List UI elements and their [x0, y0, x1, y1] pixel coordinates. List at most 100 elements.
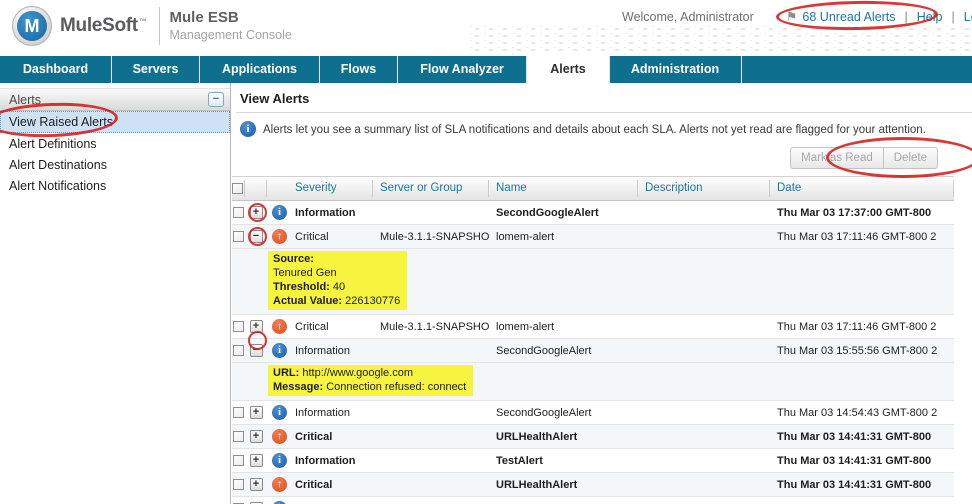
page-title: View Alerts: [240, 91, 310, 106]
row-checkbox[interactable]: [233, 479, 244, 490]
table-row[interactable]: + iInformation SecondGoogleAlert Thu Mar…: [232, 401, 954, 425]
select-all-checkbox[interactable]: [232, 183, 243, 194]
row-checkbox[interactable]: [233, 207, 244, 218]
critical-icon: ↑: [272, 477, 287, 492]
severity-label: Critical: [295, 430, 333, 443]
collapse-toggle[interactable]: −: [249, 230, 263, 243]
table-row[interactable]: + iInformation SecondGoogleAlert Thu Mar…: [232, 497, 954, 504]
row-checkbox[interactable]: [233, 321, 244, 332]
name-cell: SecondGoogleAlert: [496, 206, 599, 219]
row-checkbox[interactable]: [233, 231, 244, 242]
expand-toggle[interactable]: +: [249, 430, 263, 443]
table-row[interactable]: + ↑ Critical Mule-3.1.1-SNAPSHOT( lomem-a…: [232, 315, 954, 339]
detail-label: Source:: [273, 253, 314, 265]
name-cell: URLHealthAlert: [496, 430, 578, 443]
sidebar-item-alert-destinations[interactable]: Alert Destinations: [0, 154, 230, 175]
detail-value: Connection refused: connect: [326, 381, 467, 393]
tab-dashboard[interactable]: Dashboard: [0, 56, 112, 83]
sidebar-item-alert-definitions[interactable]: Alert Definitions: [0, 133, 230, 154]
name-cell: lomem-alert: [496, 320, 555, 333]
expand-toggle[interactable]: +: [249, 320, 263, 333]
title-divider: [236, 112, 972, 113]
table-row[interactable]: + ↑ Critical URLHealthAlert Thu Mar 03 14…: [232, 473, 954, 497]
header-cell-name[interactable]: Name: [489, 180, 638, 197]
expand-toggle[interactable]: +: [249, 406, 263, 419]
delete-button[interactable]: Delete: [882, 147, 938, 169]
detail-label: Threshold:: [273, 281, 330, 293]
name-cell: TestAlert: [496, 454, 543, 467]
date-cell: Thu Mar 03 17:11:46 GMT-800 2: [777, 320, 937, 333]
table-row[interactable]: + i Information TestAlert Thu Mar 03 14:4…: [232, 449, 954, 473]
table-row[interactable]: − i Information SecondGoogleAlert Thu Mar…: [232, 339, 954, 363]
severity-label: Information: [295, 206, 356, 219]
brand: M MuleSoft™ Mule ESB Management Console: [12, 6, 292, 46]
severity-label: Information: [295, 406, 351, 419]
header-cell-select: [232, 180, 245, 197]
collapse-panel-button[interactable]: −: [208, 92, 224, 107]
dot-pattern-decoration: [470, 26, 972, 56]
header-cell-description[interactable]: Description: [638, 180, 770, 197]
critical-icon: ↑: [272, 229, 287, 244]
information-icon: i: [272, 343, 287, 358]
row-detail-panel: Source: Tenured Gen Threshold: 40 Actual…: [232, 249, 954, 315]
server-cell: Mule-3.1.1-SNAPSHOT(: [380, 230, 489, 243]
expand-toggle[interactable]: +: [249, 206, 263, 219]
severity-label: Information: [295, 344, 351, 357]
row-checkbox[interactable]: [233, 407, 244, 418]
tab-applications[interactable]: Applications: [200, 56, 320, 83]
detail-label: URL:: [273, 367, 300, 379]
header-cell-severity[interactable]: Severity: [267, 180, 373, 197]
sidebar-header: Alerts −: [0, 88, 230, 111]
collapse-toggle[interactable]: −: [249, 344, 263, 357]
row-checkbox[interactable]: [233, 431, 244, 442]
table-row[interactable]: + ↑ Critical URLHealthAlert Thu Mar 03 14…: [232, 425, 954, 449]
server-cell: Mule-3.1.1-SNAPSHOT(: [380, 320, 489, 333]
date-cell: Thu Mar 03 14:54:43 GMT-800 2: [777, 406, 938, 419]
table-row[interactable]: + i Information SecondGoogleAlert Thu Mar…: [232, 201, 954, 225]
tab-administration[interactable]: Administration: [609, 56, 742, 83]
table-row[interactable]: − ↑ Critical Mule-3.1.1-SNAPSHOT( lomem-a…: [232, 225, 954, 249]
main-nav: Dashboard Servers Applications Flows Flo…: [0, 53, 972, 84]
table-header-row: Severity Server or Group Name Descriptio…: [232, 176, 954, 201]
detail-label: Message:: [273, 381, 324, 393]
expand-toggle[interactable]: +: [249, 454, 263, 467]
tab-flow-analyzer[interactable]: Flow Analyzer: [398, 56, 527, 83]
header-links: Welcome, Administrator ⚑ 68 Unread Alert…: [622, 9, 972, 25]
app-header: M MuleSoft™ Mule ESB Management Console …: [0, 0, 972, 56]
severity-label: Critical: [295, 320, 329, 333]
date-cell: Thu Mar 03 15:55:56 GMT-800 2: [777, 344, 938, 357]
intro-text: Alerts let you see a summary list of SLA…: [263, 124, 926, 136]
product-subtitle: Management Console: [169, 28, 292, 42]
sidebar-item-alert-notifications[interactable]: Alert Notifications: [0, 175, 230, 196]
intro-row: i Alerts let you see a summary list of S…: [240, 121, 966, 138]
tab-alerts[interactable]: Alerts: [527, 53, 609, 84]
row-checkbox[interactable]: [233, 345, 244, 356]
severity-label: Critical: [295, 478, 333, 491]
sidebar-item-view-raised-alerts[interactable]: View Raised Alerts: [0, 111, 230, 133]
header-cell-date[interactable]: Date: [770, 180, 954, 197]
name-cell: SecondGoogleAlert: [496, 406, 592, 419]
alert-detail-highlight: Source: Tenured Gen Threshold: 40 Actual…: [268, 251, 408, 310]
tab-servers[interactable]: Servers: [112, 56, 200, 83]
unread-alerts-link[interactable]: 68 Unread Alerts: [802, 10, 895, 24]
alert-detail-highlight: URL: http://www.google.com Message: Conn…: [268, 365, 474, 396]
date-cell: Thu Mar 03 17:37:00 GMT-800: [777, 206, 932, 219]
date-cell: Thu Mar 03 14:41:31 GMT-800: [777, 454, 932, 467]
logout-link[interactable]: Log Out: [964, 10, 972, 24]
detail-label: Actual Value:: [273, 295, 343, 307]
brand-name: MuleSoft™: [60, 15, 147, 36]
expand-toggle[interactable]: +: [249, 478, 263, 491]
link-separator: |: [904, 10, 908, 24]
mark-as-read-button[interactable]: Mark as Read: [790, 147, 884, 169]
header-cell-server[interactable]: Server or Group: [373, 180, 489, 197]
name-cell: URLHealthAlert: [496, 478, 578, 491]
alerts-toolbar: Mark as Read Delete: [790, 147, 938, 169]
main-content: View Alerts i Alerts let you see a summa…: [232, 83, 972, 504]
row-checkbox[interactable]: [233, 455, 244, 466]
information-icon: i: [272, 205, 287, 220]
brand-divider: [158, 7, 160, 45]
header-cell-expand: [245, 180, 267, 197]
tab-flows[interactable]: Flows: [320, 56, 398, 83]
help-link[interactable]: Help: [917, 10, 943, 24]
row-detail-panel: URL: http://www.google.com Message: Conn…: [232, 363, 954, 401]
